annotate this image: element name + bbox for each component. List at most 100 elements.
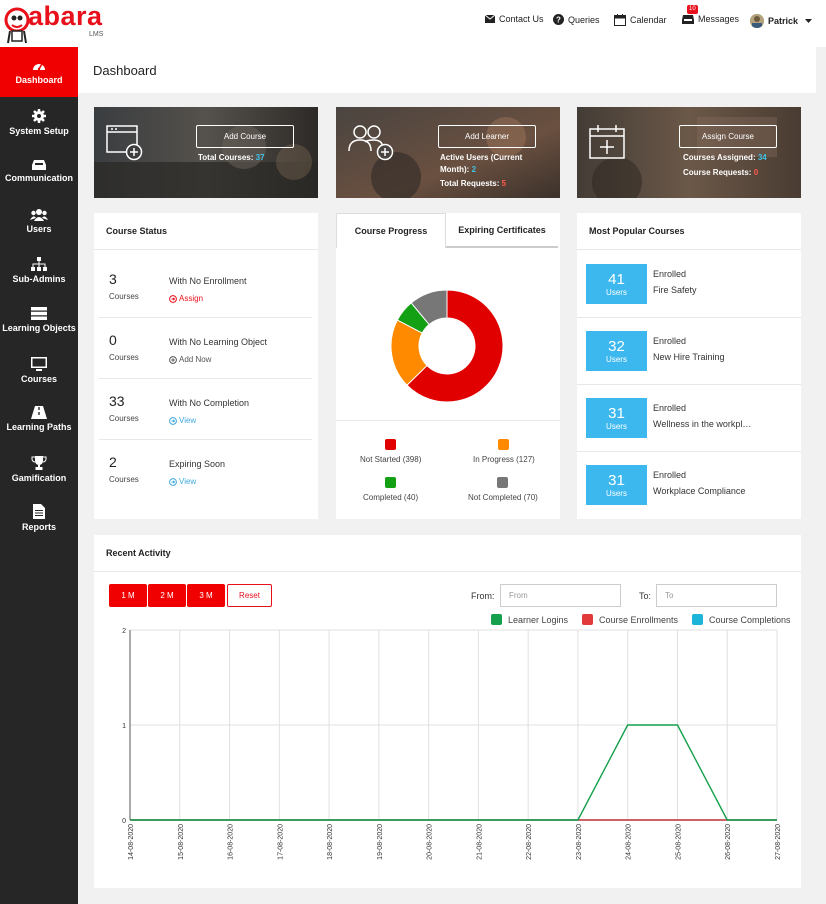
legend-label: Not Started (398) [360,455,422,464]
active-users-stat-cont: Month): 2 [440,165,476,174]
sidebar-item-learning-objects[interactable]: Learning Objects [0,295,78,345]
messages-badge: 10 [687,5,698,14]
user-menu[interactable]: Patrick [750,14,813,28]
add-learner-button[interactable]: Add Learner [438,125,536,148]
status-row-no-enrollment: 3 Courses With No Enrollment Assign [99,258,312,318]
add-course-button[interactable]: Add Course [196,125,294,148]
action-label: Assign [179,294,204,303]
assign-course-icon [589,125,625,159]
x-tick-label: 19-08-2020 [377,824,384,860]
inbox-icon [32,160,46,170]
user-count: 41 [608,270,625,288]
sidebar-item-reports[interactable]: Reports [0,493,78,543]
reset-button[interactable]: Reset [227,584,272,607]
sidebar-item-communication[interactable]: Communication [0,146,78,196]
popular-course-row[interactable]: 31 Users Enrolled Wellness in the workpl… [577,385,801,452]
sidebar-item-learning-paths[interactable]: Learning Paths [0,394,78,444]
calendar-link[interactable]: Calendar [614,14,667,26]
divider [577,249,801,250]
avatar [750,14,764,28]
sidebar-label: Users [26,224,52,234]
contact-link[interactable]: Contact Us [485,14,544,24]
x-tick-label: 24-08-2020 [626,824,633,860]
caret-down-icon [805,18,813,23]
sitemap-icon [31,256,47,271]
status-count: 0 [109,332,117,348]
sidebar-label: Sub-Admins [12,273,66,284]
user-unit: Users [606,421,627,431]
arrow-circle-icon [169,477,177,486]
status-label: With No Enrollment [169,276,247,286]
course-name: Workplace Compliance [653,486,746,496]
range-1m-button[interactable]: 1 M [109,584,147,607]
user-count: 31 [608,404,625,422]
users-icon [30,209,48,221]
svg-text:?: ? [556,16,561,25]
status-unit: Courses [109,475,139,484]
status-label: With No Completion [169,398,250,408]
contact-label: Contact Us [499,14,544,24]
queries-link[interactable]: ? Queries [553,14,600,25]
add-now-link[interactable]: Add Now [169,355,211,364]
brand-name: abara [28,1,103,31]
calendar-icon [614,14,626,26]
brand-sub: LMS [89,31,104,38]
status-unit: Courses [109,414,139,423]
user-unit: Users [606,354,627,364]
series-line-learner-logins[interactable] [130,724,777,821]
sidebar-item-gamification[interactable]: Gamification [0,444,78,494]
sidebar-label: Communication [4,173,73,183]
sidebar-item-users[interactable]: Users [0,196,78,246]
add-course-icon [106,125,143,161]
stat-value: 2 [471,165,477,174]
card-title: Recent Activity [106,548,171,558]
user-count: 32 [608,337,625,355]
from-date-input[interactable] [500,584,621,607]
course-requests-stat: Course Requests: 0 [683,168,758,177]
status-unit: Courses [109,292,139,301]
view-link[interactable]: View [169,477,196,486]
sidebar-item-courses[interactable]: Courses [0,345,78,395]
popular-course-row[interactable]: 32 Users Enrolled New Hire Training [577,318,801,385]
x-tick-label: 14-08-2020 [128,824,135,860]
action-label: Add Now [179,355,212,364]
sidebar-item-system-setup[interactable]: System Setup [0,97,78,147]
sidebar-item-dashboard[interactable]: Dashboard [0,47,78,97]
x-tick-label: 18-08-2020 [327,824,334,860]
gear-icon [32,108,46,123]
activity-line-chart: 0 1 2 14-08-2020 15-08-2020 16-08-2020 17-08-2… [122,628,782,860]
queries-label: Queries [568,14,600,25]
tab-label: Expiring Certificates [458,224,546,235]
course-name: Wellness in the workpl… [653,419,752,429]
range-3m-button[interactable]: 3 M [187,584,225,607]
card-title: Course Status [106,226,168,236]
legend-not-started: Not Started (398) [360,439,421,464]
status-unit: Courses [109,353,139,362]
mascot-icon [4,7,30,44]
tab-course-progress[interactable]: Course Progress [336,213,446,248]
brand-logo[interactable]: abara LMS [4,1,104,44]
sidebar-label: Dashboard [15,75,63,85]
messages-link[interactable]: 10 Messages [682,5,740,24]
user-count-box: 41 Users [586,264,647,304]
range-2m-button[interactable]: 2 M [148,584,186,607]
hero-add-course: Add Course Total Courses: 37 [94,107,318,198]
popular-course-row[interactable]: 41 Users Enrolled Fire Safety [577,251,801,318]
courses-assigned-stat: Courses Assigned: 34 [683,153,767,162]
enroll-status: Enrolled [653,269,687,279]
popular-course-row[interactable]: 31 Users Enrolled Workplace Compliance [577,452,801,519]
legend-swatch [385,439,397,450]
tab-expiring-certificates[interactable]: Expiring Certificates [446,213,558,248]
view-link[interactable]: View [169,416,196,425]
legend-completed: Completed (40) [363,477,418,502]
messages-label: Messages [698,14,740,24]
assign-link[interactable]: Assign [169,294,203,303]
sidebar-label: Learning Paths [6,422,72,432]
status-label: With No Learning Object [169,337,268,347]
user-unit: Users [606,287,627,297]
legend-label: In Progress (127) [473,455,535,464]
x-tick-label: 23-08-2020 [576,824,583,860]
assign-course-button[interactable]: Assign Course [679,125,777,148]
sidebar-item-sub-admins[interactable]: Sub-Admins [0,245,78,295]
to-date-input[interactable] [656,584,777,607]
